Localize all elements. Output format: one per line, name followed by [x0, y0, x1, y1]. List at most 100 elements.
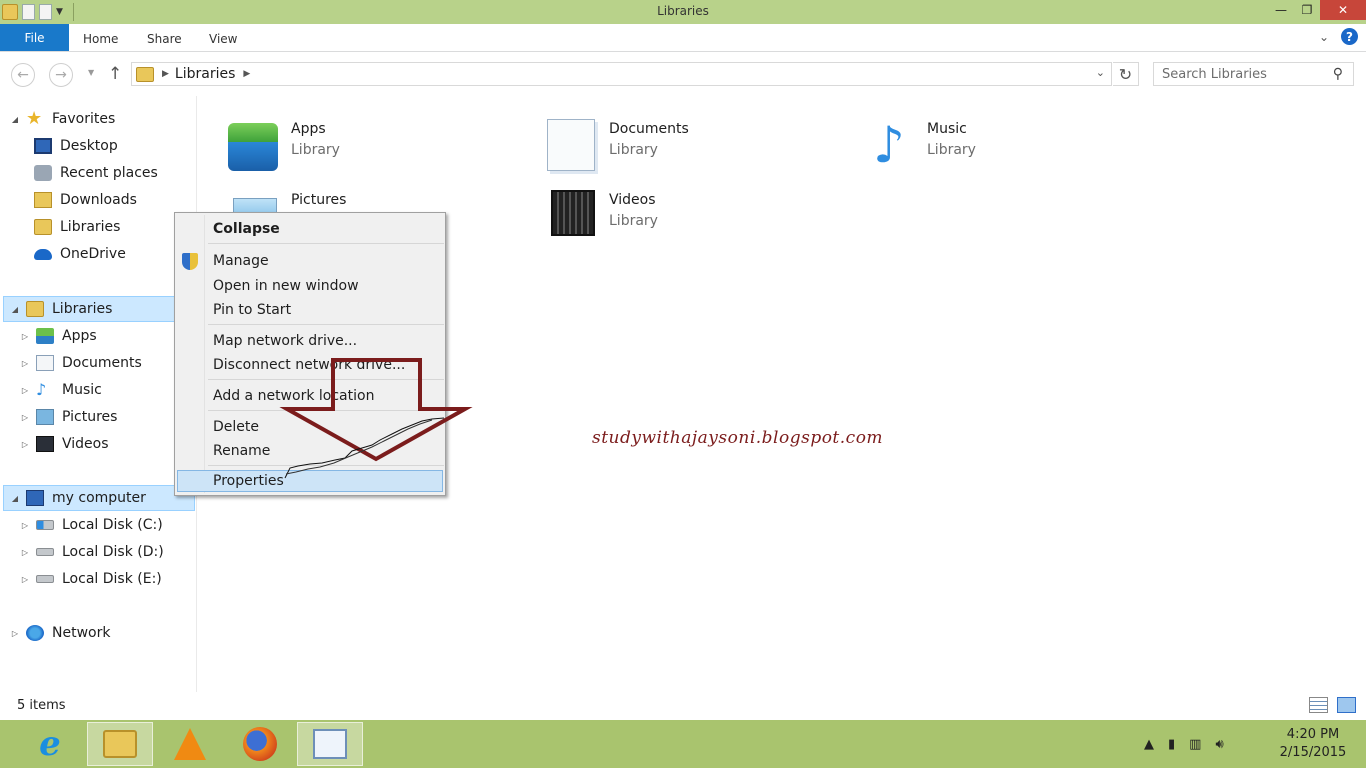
library-type: Library [609, 213, 658, 229]
breadcrumb-libraries[interactable]: Libraries [175, 66, 235, 82]
menu-item-collapse[interactable]: Collapse [175, 218, 445, 240]
tree-item-downloads[interactable]: Downloads [34, 187, 137, 213]
taskbar-wordpad[interactable] [297, 722, 363, 766]
taskbar-internet-explorer[interactable]: e [17, 722, 83, 766]
expand-arrow-icon[interactable]: ▷ [20, 548, 30, 557]
tree-item-local-disk-c[interactable]: ▷ Local Disk (C:) [20, 512, 163, 538]
expand-arrow-icon[interactable]: ▷ [20, 386, 30, 395]
up-button[interactable]: ↑ [108, 64, 122, 84]
taskbar-firefox[interactable] [227, 722, 293, 766]
network-signal-icon[interactable]: ▥ [1189, 737, 1201, 752]
file-tab[interactable]: File [0, 24, 69, 51]
item-count: 5 items [17, 698, 66, 713]
address-bar[interactable]: ▶ Libraries ▶ ⌄ [131, 62, 1112, 86]
tree-label: Music [62, 382, 102, 398]
taskbar-vlc[interactable] [157, 722, 223, 766]
tree-item-documents[interactable]: ▷ Documents [20, 350, 142, 376]
collapse-arrow-icon[interactable]: ◢ [10, 305, 20, 314]
menu-separator [208, 379, 444, 380]
expand-arrow-icon[interactable]: ▷ [20, 413, 30, 422]
onedrive-cloud-icon [34, 248, 52, 260]
tab-share[interactable]: Share [147, 32, 182, 46]
close-button[interactable]: ✕ [1320, 0, 1366, 20]
menu-separator [208, 410, 444, 411]
tab-home[interactable]: Home [83, 32, 118, 46]
menu-item-open-in-new-window[interactable]: Open in new window [175, 275, 445, 297]
maximize-button[interactable]: ❐ [1294, 0, 1320, 20]
menu-item-rename[interactable]: Rename [175, 440, 445, 462]
tree-libraries[interactable]: ◢ Libraries [3, 296, 195, 322]
tree-my-computer[interactable]: ◢ my computer [3, 485, 195, 511]
network-globe-icon [26, 625, 44, 641]
expand-arrow-icon[interactable]: ▷ [20, 521, 30, 530]
expand-arrow-icon[interactable]: ▷ [20, 575, 30, 584]
tree-item-libraries-fav[interactable]: Libraries [34, 214, 120, 240]
taskbar-file-explorer[interactable] [87, 722, 153, 766]
tree-item-local-disk-e[interactable]: ▷ Local Disk (E:) [20, 566, 162, 592]
music-note-icon: ♪ [36, 380, 47, 399]
disk-drive-icon [36, 575, 54, 583]
address-dropdown-icon[interactable]: ⌄ [1096, 66, 1105, 79]
expand-arrow-icon[interactable]: ▷ [20, 440, 30, 449]
tab-view[interactable]: View [209, 32, 237, 46]
tree-favorites[interactable]: ◢ ★ Favorites [10, 106, 115, 132]
collapse-arrow-icon[interactable]: ◢ [10, 115, 20, 124]
tree-label: Pictures [62, 409, 118, 425]
minimize-button[interactable]: — [1268, 0, 1294, 20]
library-tile-documents[interactable]: Documents Library [541, 113, 841, 173]
tree-item-desktop[interactable]: Desktop [34, 133, 118, 159]
menu-item-map-network-drive[interactable]: Map network drive... [175, 330, 445, 352]
tree-item-onedrive[interactable]: OneDrive [34, 241, 126, 267]
tree-label: Libraries [52, 301, 113, 317]
recent-locations-dropdown[interactable]: ▼ [88, 68, 94, 77]
desktop-icon [34, 138, 52, 154]
tree-item-videos[interactable]: ▷ Videos [20, 431, 109, 457]
library-tile-music[interactable]: ♪ Music Library [859, 113, 1159, 173]
library-tile-apps[interactable]: Apps Library [223, 113, 523, 173]
tree-item-recent-places[interactable]: Recent places [34, 160, 158, 186]
help-icon[interactable]: ? [1341, 28, 1358, 45]
search-box[interactable]: ⚲ [1153, 62, 1354, 86]
expand-arrow-icon[interactable]: ▷ [20, 332, 30, 341]
breadcrumb-arrow-icon[interactable]: ▶ [162, 69, 169, 79]
tree-network[interactable]: ▷ Network [10, 620, 110, 646]
back-button[interactable]: ← [11, 63, 35, 87]
taskbar: e ▲ ▮ ▥ 🔊︎ 4:20 PM 2/15/2015 [0, 720, 1366, 768]
tree-item-apps[interactable]: ▷ Apps [20, 323, 97, 349]
tree-label: Downloads [60, 192, 137, 208]
battery-icon[interactable]: ▮ [1168, 737, 1175, 752]
disk-drive-icon [36, 548, 54, 556]
expand-arrow-icon[interactable]: ▷ [10, 629, 20, 638]
forward-button[interactable]: → [49, 63, 73, 87]
clock-time: 4:20 PM [1286, 727, 1340, 742]
menu-item-disconnect-network-drive[interactable]: Disconnect network drive... [175, 354, 445, 376]
expand-arrow-icon[interactable]: ▷ [20, 359, 30, 368]
collapse-arrow-icon[interactable]: ◢ [10, 494, 20, 503]
refresh-button[interactable]: ↻ [1113, 62, 1139, 86]
library-tile-videos[interactable]: Videos Library [541, 184, 841, 244]
search-input[interactable] [1162, 66, 1322, 82]
tree-item-local-disk-d[interactable]: ▷ Local Disk (D:) [20, 539, 164, 565]
menu-item-add-network-location[interactable]: Add a network location [175, 385, 445, 407]
breadcrumb-arrow-icon[interactable]: ▶ [243, 69, 250, 79]
apps-library-icon [228, 123, 278, 171]
menu-separator [208, 243, 444, 244]
tree-label: Desktop [60, 138, 118, 154]
tree-item-pictures[interactable]: ▷ Pictures [20, 404, 117, 430]
large-icons-view-icon[interactable] [1337, 697, 1356, 713]
apps-icon [36, 328, 54, 344]
tree-item-music[interactable]: ▷ ♪ Music [20, 377, 102, 403]
show-hidden-icons-icon[interactable]: ▲ [1144, 737, 1154, 752]
status-bar: 5 items [0, 692, 1366, 720]
clock[interactable]: 4:20 PM 2/15/2015 [1268, 726, 1358, 762]
details-view-icon[interactable] [1309, 697, 1328, 713]
menu-item-delete[interactable]: Delete [175, 416, 445, 438]
expand-ribbon-chevron-icon[interactable]: ⌄ [1319, 30, 1329, 44]
menu-item-manage[interactable]: Manage [175, 250, 445, 272]
computer-icon [26, 490, 44, 506]
search-icon[interactable]: ⚲ [1333, 66, 1343, 82]
volume-icon[interactable]: 🔊︎ [1215, 737, 1223, 752]
menu-item-label: Manage [213, 253, 269, 269]
menu-item-pin-to-start[interactable]: Pin to Start [175, 299, 445, 321]
menu-item-properties[interactable]: Properties [177, 470, 443, 492]
